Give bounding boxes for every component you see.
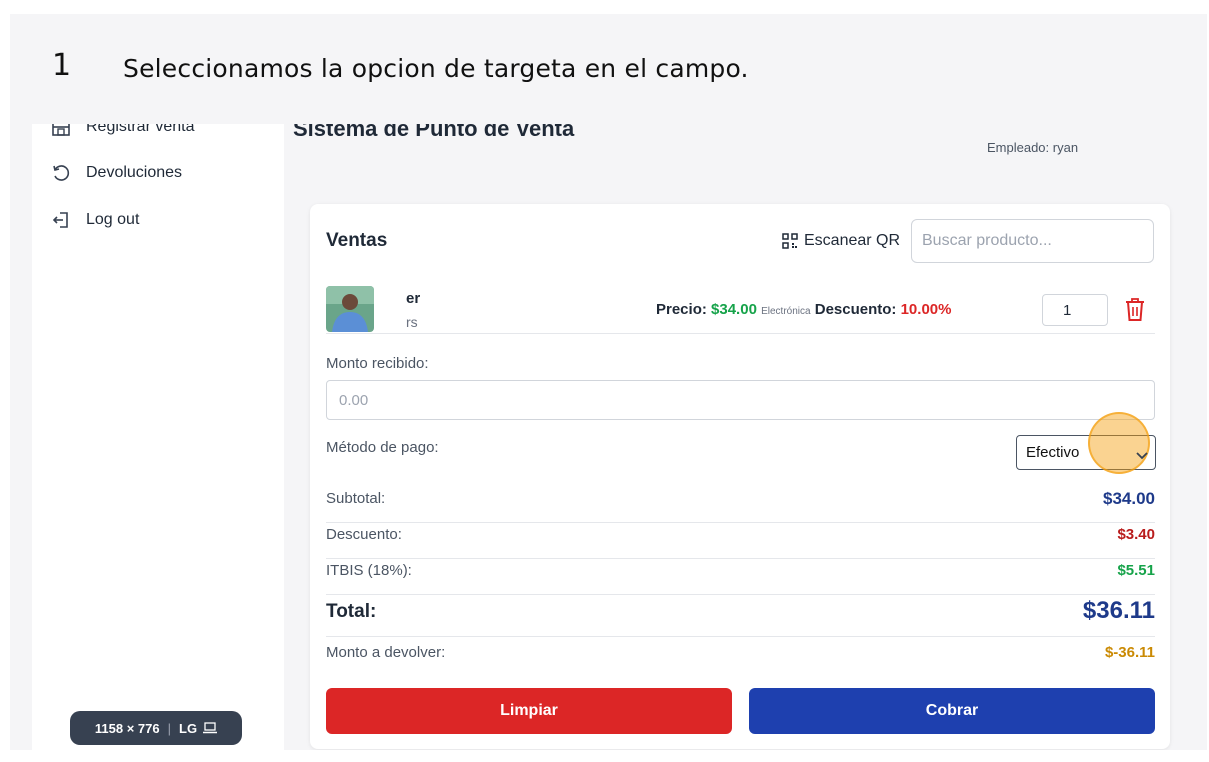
- change-value: $-36.11: [1104, 644, 1155, 661]
- divider: [326, 558, 1155, 559]
- app-screenshot: Registrar venta Devoluciones Log out 115…: [10, 124, 1207, 750]
- divider: [326, 522, 1155, 523]
- change-label: Monto a devolver:: [326, 644, 446, 661]
- undo-icon: [50, 162, 72, 184]
- badge-separator: |: [167, 720, 172, 736]
- product-discount: 10.00%: [900, 301, 952, 318]
- sidebar-item-log-out[interactable]: Log out: [50, 209, 139, 231]
- product-category: Electrónica: [761, 306, 811, 317]
- clear-button[interactable]: Limpiar: [326, 688, 732, 734]
- discount-label: Descuento:: [814, 301, 897, 318]
- chevron-down-icon: [1136, 447, 1148, 465]
- logout-icon: [50, 209, 72, 231]
- tutorial-frame: 1 Seleccionamos la opcion de targeta en …: [10, 14, 1207, 750]
- total-value: $36.11: [1082, 597, 1155, 624]
- page-title: Sistema de Punto de Venta: [293, 124, 575, 141]
- amount-received-label: Monto recibido:: [326, 355, 429, 372]
- total-label: Total:: [326, 601, 377, 622]
- sidebar-item-devoluciones[interactable]: Devoluciones: [50, 162, 182, 184]
- scan-qr-button[interactable]: Escanear QR: [782, 232, 900, 250]
- divider: [326, 333, 1155, 334]
- step-instruction: Seleccionamos la opcion de targeta en el…: [123, 54, 749, 83]
- step-header: 1 Seleccionamos la opcion de targeta en …: [10, 14, 1207, 124]
- employee-label: Empleado: ryan: [987, 140, 1079, 155]
- subtotal-label: Subtotal:: [326, 490, 386, 507]
- store-icon: [50, 124, 72, 138]
- viewport-size: 1158 × 776: [94, 720, 160, 736]
- quantity-input[interactable]: [1042, 294, 1108, 326]
- sidebar-item-registrar-venta[interactable]: Registrar venta: [50, 124, 195, 138]
- step-number: 1: [52, 48, 72, 83]
- trash-icon: [1126, 298, 1144, 321]
- scan-qr-label: Escanear QR: [804, 232, 901, 249]
- discount-total-label: Descuento:: [326, 526, 402, 543]
- sidebar-item-label: Devoluciones: [86, 164, 183, 181]
- delete-item-button[interactable]: [1124, 297, 1146, 323]
- sidebar-item-label: Log out: [86, 211, 140, 228]
- sales-title: Ventas: [326, 230, 388, 251]
- sidebar: Registrar venta Devoluciones Log out 115…: [32, 124, 284, 750]
- subtotal-value: $34.00: [1103, 489, 1155, 508]
- product-name: er: [406, 290, 421, 307]
- viewport-breakpoint: LG: [179, 720, 198, 736]
- amount-received-input[interactable]: [326, 380, 1155, 420]
- product-search-input[interactable]: [911, 219, 1154, 263]
- discount-total-value: $3.40: [1117, 526, 1155, 543]
- product-image: [326, 286, 374, 332]
- tax-value: $5.51: [1117, 562, 1155, 579]
- divider: [326, 636, 1155, 637]
- sales-card: Ventas Escanear QR er rs Precio: $34.00 …: [310, 204, 1170, 749]
- payment-method-value: Efectivo: [1026, 444, 1080, 461]
- qr-code-icon: [782, 233, 798, 249]
- price-label: Precio:: [656, 301, 707, 318]
- product-price-line: Precio: $34.00 Electrónica Descuento: 10…: [656, 301, 951, 318]
- sidebar-item-label: Registrar venta: [86, 124, 195, 135]
- viewport-size-badge: 1158 × 776 | LG: [70, 711, 242, 745]
- charge-button[interactable]: Cobrar: [749, 688, 1155, 734]
- laptop-icon: [203, 722, 218, 734]
- payment-method-label: Método de pago:: [326, 439, 439, 456]
- product-price: $34.00: [711, 301, 757, 318]
- tax-label: ITBIS (18%):: [326, 562, 412, 579]
- product-code: rs: [406, 314, 418, 330]
- divider: [326, 594, 1155, 595]
